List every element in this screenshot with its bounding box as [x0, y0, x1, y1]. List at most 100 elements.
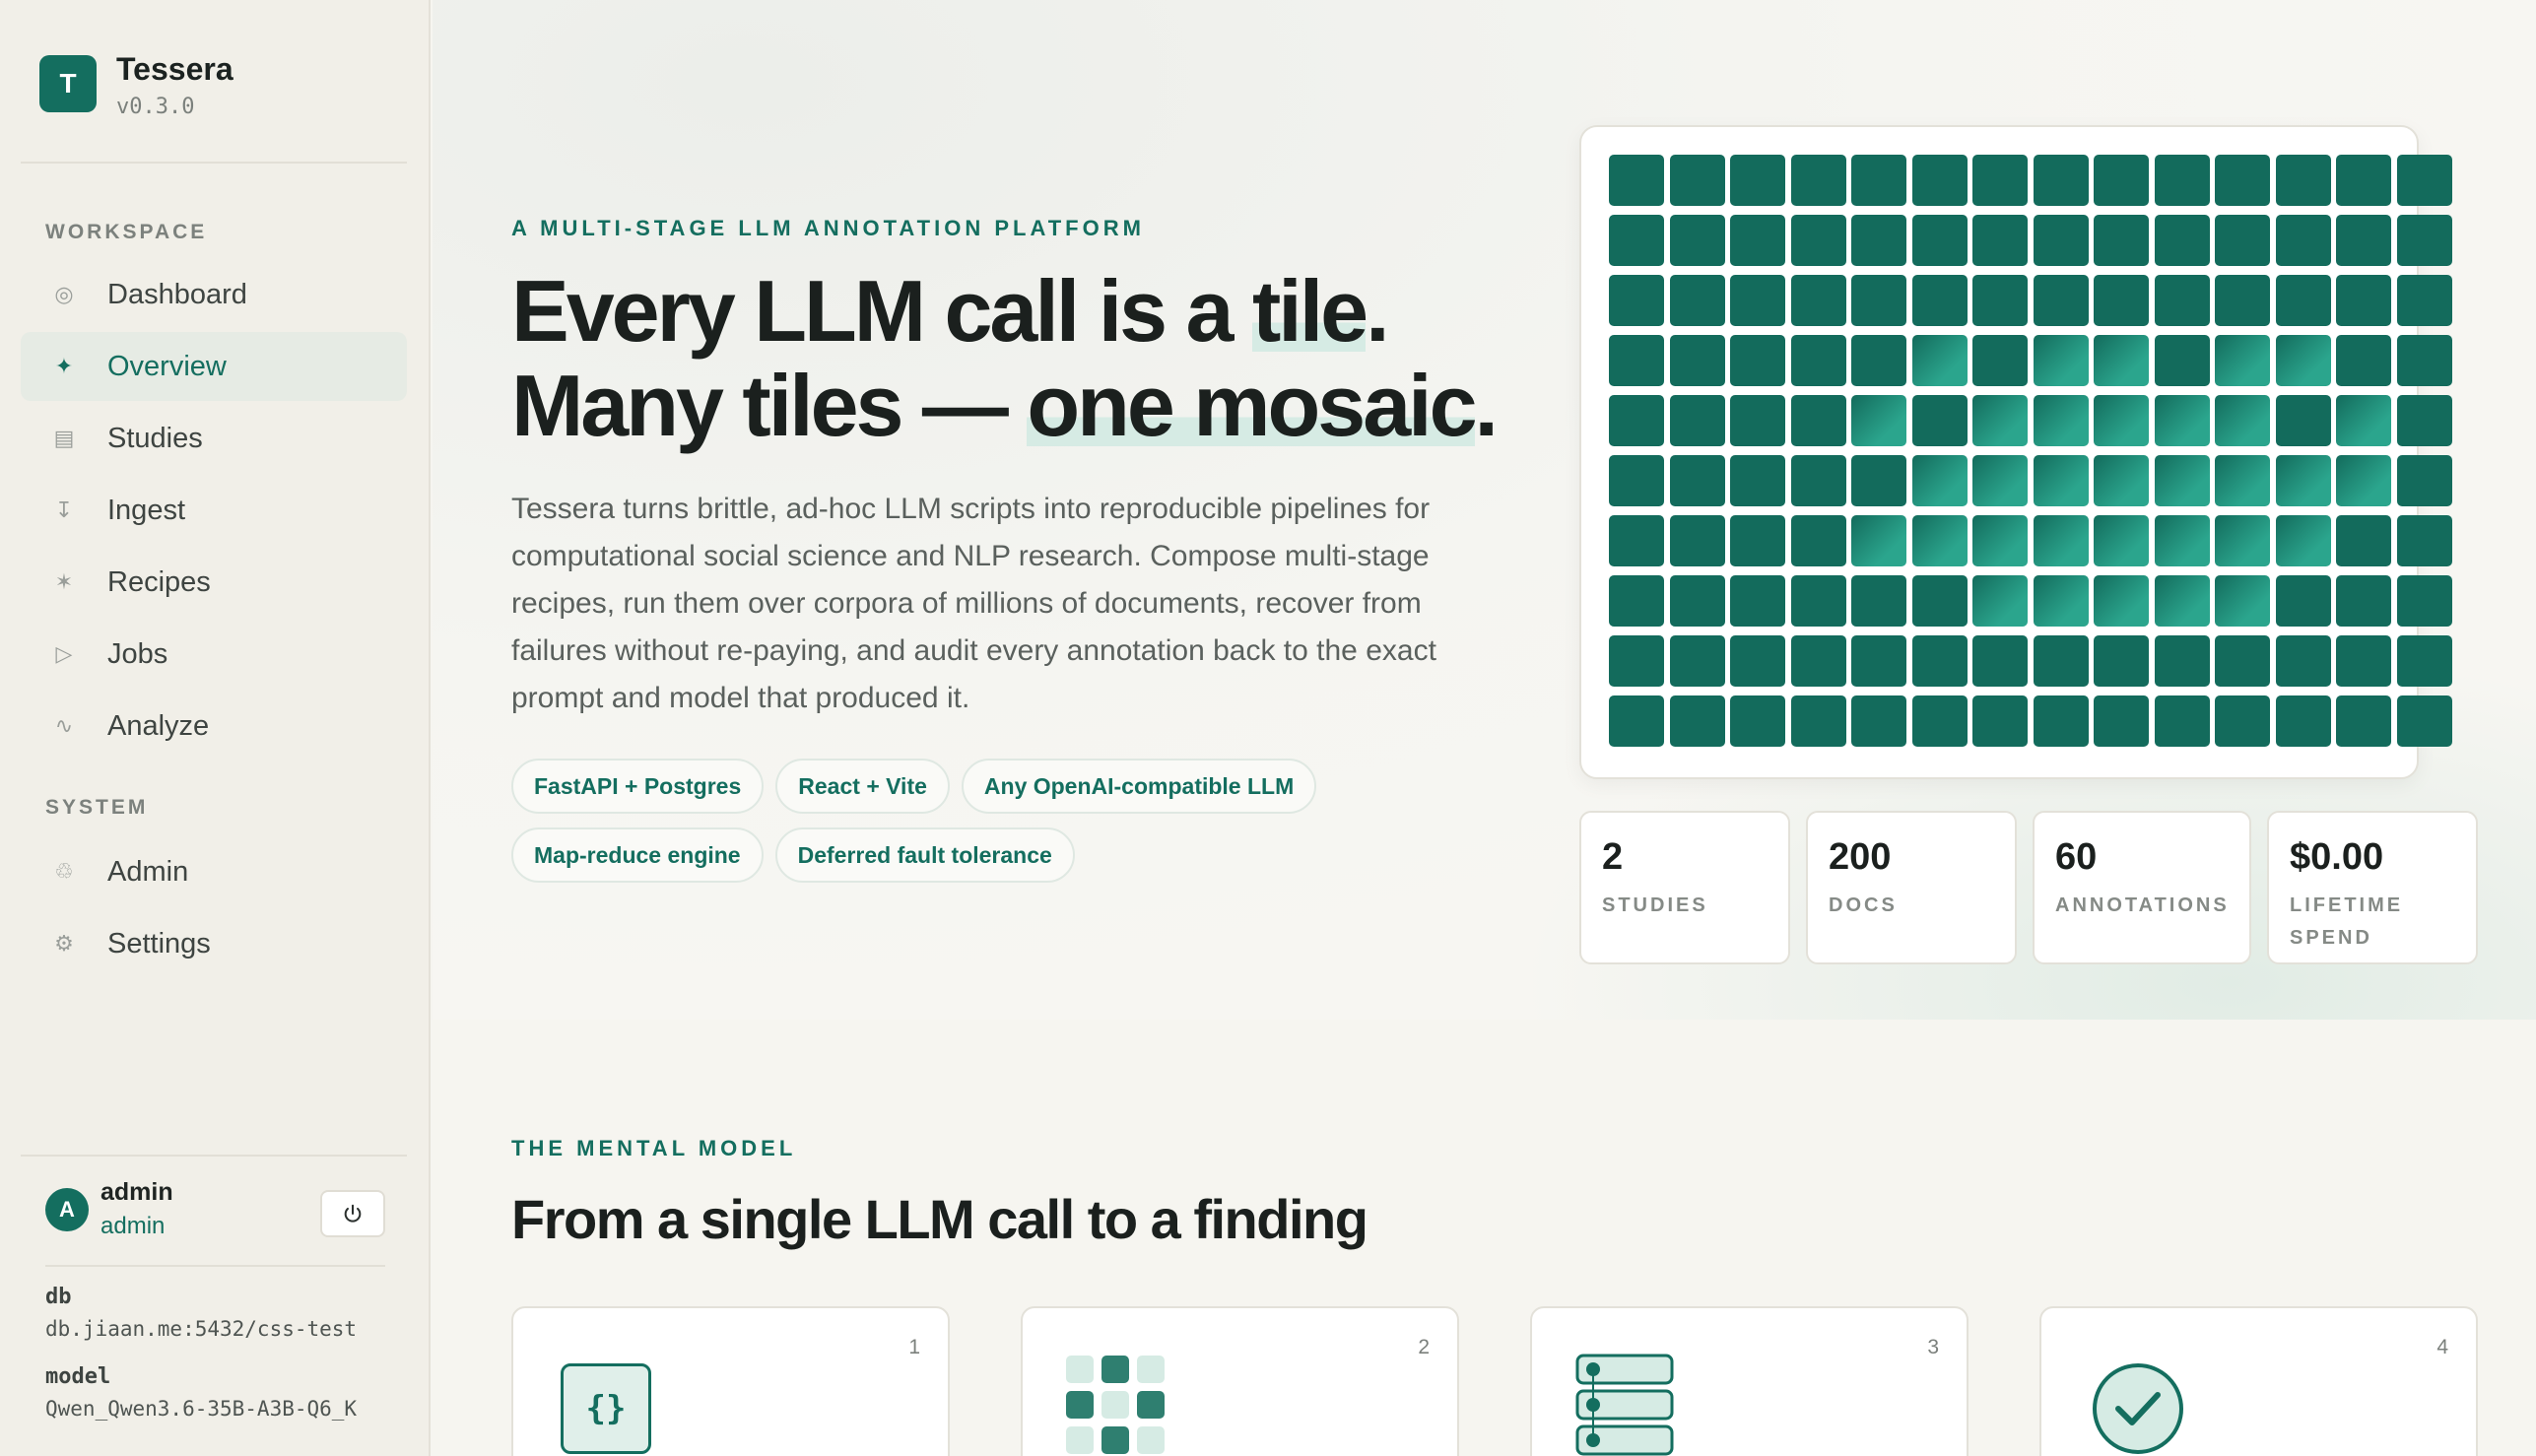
mosaic-tile — [2396, 155, 2452, 206]
mosaic-tile — [1851, 515, 1906, 566]
studies-icon: ▤ — [53, 426, 75, 450]
mosaic-tile — [1790, 575, 1846, 627]
ingest-icon: ↧ — [54, 497, 74, 522]
mosaic-tile — [1609, 335, 1664, 386]
mosaic-tile — [2094, 395, 2149, 446]
mosaic-tile — [2094, 695, 2149, 747]
mosaic-tile — [2154, 335, 2210, 386]
brand[interactable]: T Tessera v0.3.0 — [39, 51, 234, 119]
model-value: Qwen_Qwen3.6-35B-A3B-Q6_K — [45, 1397, 358, 1421]
mosaic-tile — [1730, 335, 1785, 386]
mosaic-tile — [2336, 575, 2391, 627]
headline-highlight-tile: tile — [1251, 262, 1368, 360]
mosaic-tile — [2154, 155, 2210, 206]
mosaic-tile — [1609, 275, 1664, 326]
mosaic-tile — [2336, 635, 2391, 687]
mosaic-tile — [1911, 275, 1968, 326]
mosaic-tile — [1790, 515, 1846, 566]
mosaic-tile — [1851, 275, 1906, 326]
mosaic-tile — [1851, 155, 1906, 206]
mosaic-tile — [2094, 515, 2149, 566]
mosaic-tile — [1911, 455, 1968, 506]
mosaic-tile — [1911, 155, 1968, 206]
sidebar-item-recipes[interactable]: ✶ Recipes — [21, 548, 407, 617]
mosaic-tile — [2396, 335, 2452, 386]
mental-model-eyebrow: THE MENTAL MODEL — [511, 1136, 797, 1160]
mosaic-tile — [1911, 335, 1968, 386]
headline-line1: Every LLM call is a tile. — [511, 262, 1390, 360]
mosaic-tile — [2033, 515, 2089, 566]
dashboard-icon: ◎ — [54, 282, 74, 306]
user-role: admin — [100, 1213, 166, 1239]
headline-line2: Many tiles — one mosaic. — [511, 357, 1499, 454]
mosaic-tile — [1669, 395, 1725, 446]
sidebar-item-dashboard[interactable]: ◎ Dashboard — [21, 260, 407, 329]
mosaic-tile — [1851, 635, 1906, 687]
brand-name: Tessera — [116, 51, 234, 87]
mosaic-tile — [2336, 515, 2391, 566]
mosaic-tile — [1972, 455, 2028, 506]
mosaic-tile — [2154, 515, 2210, 566]
sidebar-divider — [21, 1155, 407, 1157]
mosaic-tile — [1669, 575, 1725, 627]
mosaic-tile — [2396, 575, 2452, 627]
mosaic-tile — [1669, 635, 1725, 687]
mosaic-tile — [1669, 695, 1725, 747]
mosaic-tile — [2275, 275, 2331, 326]
step-card-3: 3 — [1530, 1306, 1969, 1456]
mosaic-tile — [2154, 395, 2210, 446]
mosaic-tile — [2275, 695, 2331, 747]
stat-label: LIFETIME SPEND — [2290, 894, 2404, 949]
play-icon: ▷ — [55, 641, 73, 666]
logout-button[interactable] — [320, 1190, 385, 1237]
mosaic-tile — [1730, 695, 1785, 747]
mosaic-tile — [2033, 275, 2089, 326]
mosaic-tile — [1790, 275, 1846, 326]
sidebar-item-admin[interactable]: ♲ Admin — [21, 837, 407, 906]
stat-annotations: 60 ANNOTATIONS — [2033, 811, 2251, 964]
mosaic-tile — [2033, 455, 2089, 506]
sidebar-divider — [21, 162, 407, 164]
hero-eyebrow: A MULTI-STAGE LLM ANNOTATION PLATFORM — [511, 216, 1145, 240]
sidebar-item-label: Overview — [107, 350, 227, 382]
sidebar-item-settings[interactable]: ⚙ Settings — [21, 909, 407, 978]
sidebar-item-studies[interactable]: ▤ Studies — [21, 404, 407, 473]
mosaic-tile — [2396, 395, 2452, 446]
mosaic-tile — [1851, 395, 1906, 446]
mosaic-tile — [1911, 515, 1968, 566]
sidebar-item-ingest[interactable]: ↧ Ingest — [21, 476, 407, 545]
mosaic-tile — [2336, 275, 2391, 326]
hero-description: Tessera turns brittle, ad-hoc LLM script… — [511, 493, 1436, 714]
stat-label: DOCS — [1829, 894, 1898, 916]
mosaic-tile — [2094, 215, 2149, 266]
mosaic-card — [1579, 125, 2452, 779]
mosaic-tile — [1851, 575, 1906, 627]
mosaic-tile — [1609, 395, 1664, 446]
mosaic-tile — [1609, 695, 1664, 747]
mosaic-tile — [1911, 695, 1968, 747]
mosaic-tile — [1972, 635, 2028, 687]
mosaic-tile — [1972, 215, 2028, 266]
sidebar-item-overview[interactable]: ✦ Overview — [21, 332, 407, 401]
sidebar-item-label: Jobs — [107, 637, 168, 670]
mosaic-tile — [2215, 215, 2270, 266]
tag-chip: React + Vite — [775, 759, 950, 814]
step-number: 3 — [1927, 1336, 1939, 1358]
mosaic-tile — [2094, 575, 2149, 627]
mosaic-tile — [1609, 215, 1664, 266]
workspace-heading: WORKSPACE — [45, 221, 208, 243]
stat-value: 2 — [1602, 836, 1624, 878]
json-braces-icon: {} — [561, 1363, 651, 1454]
recipes-icon: ✶ — [54, 569, 74, 594]
mosaic-tile — [2033, 575, 2089, 627]
mosaic-tile — [1851, 335, 1906, 386]
mosaic-tile — [1730, 395, 1785, 446]
mosaic-tile — [2033, 215, 2089, 266]
hero-headline: Every LLM call is a tile. Many tiles — o… — [511, 262, 1595, 454]
sidebar-item-jobs[interactable]: ▷ Jobs — [21, 620, 407, 689]
sidebar-item-analyze[interactable]: ∿ Analyze — [21, 692, 407, 761]
mosaic-tile — [1911, 575, 1968, 627]
mosaic-tile — [1730, 575, 1785, 627]
mosaic-tile — [2275, 635, 2331, 687]
sparkle-icon: ✦ — [54, 354, 74, 378]
